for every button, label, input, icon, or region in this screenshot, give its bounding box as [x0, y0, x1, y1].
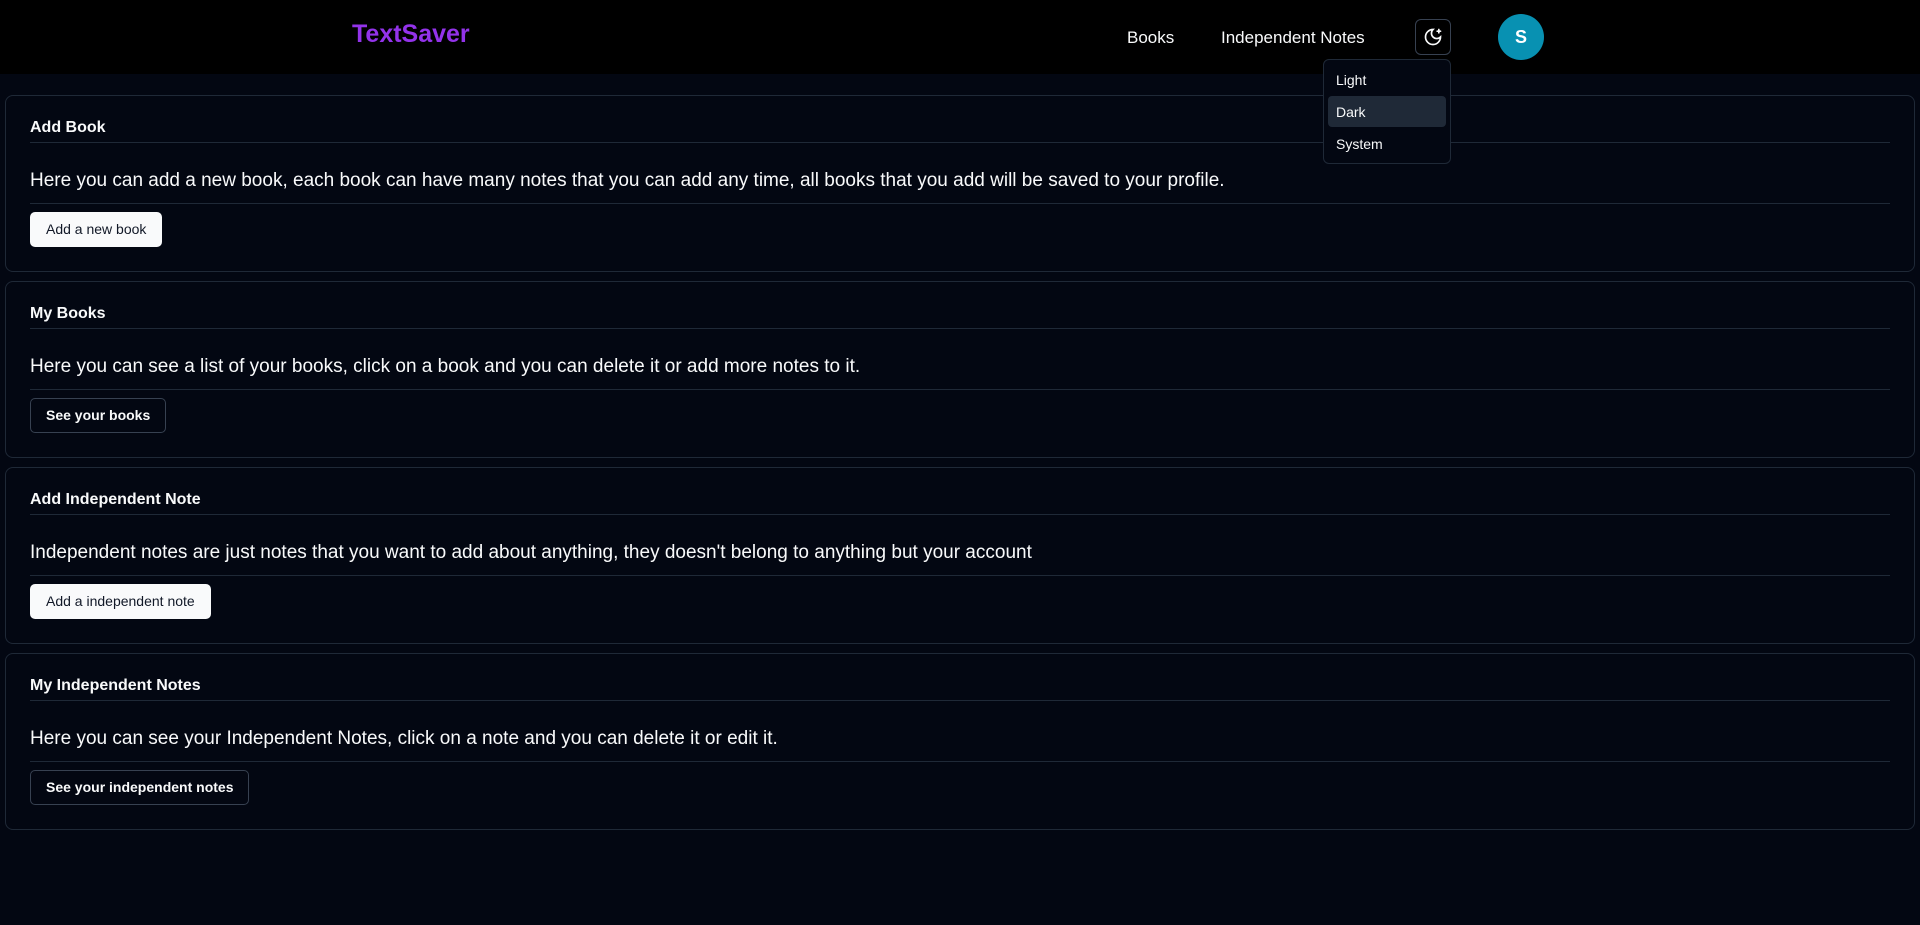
brand-logo[interactable]: TextSaver — [352, 20, 470, 49]
theme-option-light[interactable]: Light — [1328, 64, 1446, 95]
add-independent-note-button[interactable]: Add a independent note — [30, 584, 211, 619]
my-books-card: My Books Here you can see a list of your… — [5, 281, 1915, 458]
nav-link-books[interactable]: Books — [1127, 28, 1174, 48]
card-description: Here you can see your Independent Notes,… — [30, 701, 1890, 762]
theme-option-dark[interactable]: Dark — [1328, 96, 1446, 127]
card-title: My Independent Notes — [30, 654, 1890, 701]
my-independent-notes-card: My Independent Notes Here you can see yo… — [5, 653, 1915, 830]
card-description: Independent notes are just notes that yo… — [30, 515, 1890, 576]
theme-toggle-button[interactable] — [1415, 19, 1451, 55]
see-your-books-button[interactable]: See your books — [30, 398, 167, 433]
card-title: Add Independent Note — [30, 468, 1890, 515]
card-description: Here you can add a new book, each book c… — [30, 143, 1890, 204]
theme-dropdown-menu: Light Dark System — [1323, 59, 1451, 164]
add-book-card: Add Book Here you can add a new book, ea… — [5, 95, 1915, 272]
user-avatar[interactable]: S — [1498, 14, 1544, 60]
see-independent-notes-button[interactable]: See your independent notes — [30, 770, 250, 805]
card-title: Add Book — [30, 96, 1890, 143]
add-new-book-button[interactable]: Add a new book — [30, 212, 163, 247]
nav-link-independent-notes[interactable]: Independent Notes — [1221, 28, 1365, 48]
top-navbar: TextSaver Books Independent Notes S — [0, 0, 1920, 74]
theme-option-system[interactable]: System — [1328, 128, 1446, 159]
card-title: My Books — [30, 282, 1890, 329]
card-description: Here you can see a list of your books, c… — [30, 329, 1890, 390]
add-independent-note-card: Add Independent Note Independent notes a… — [5, 467, 1915, 644]
moon-sun-icon — [1424, 28, 1442, 46]
